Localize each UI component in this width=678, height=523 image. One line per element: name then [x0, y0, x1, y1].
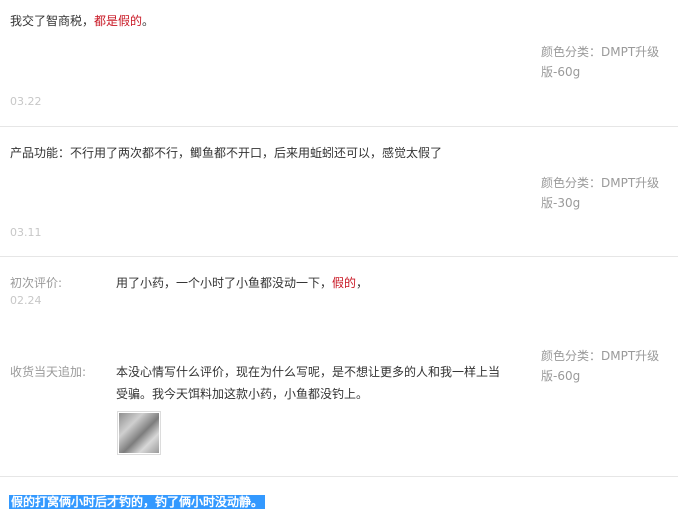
initial-review-text-normal: 用了小药，一个小时了小鱼都没动一下， — [116, 276, 333, 290]
selected-text[interactable]: 假的打窝俩小时后才钓的，钓了俩小时没动静。 — [9, 495, 266, 509]
review-1-variant: 颜色分类：DMPT升级 版-60g — [541, 42, 671, 82]
review-2-variant-line2: 版-30g — [541, 196, 581, 210]
followup-review-line2: 受骗。我今天饵料加这款小药，小鱼都没钓上。 — [116, 387, 369, 401]
divider — [0, 126, 678, 127]
review-1-text-highlight: 都是假的 — [94, 14, 143, 28]
review-1-text-normal: 我交了智商税， — [10, 14, 95, 28]
followup-review-text: 本没心情写什么评价，现在为什么写呢，是不想让更多的人和我一样上当 受骗。我今天饵… — [116, 361, 500, 405]
divider — [0, 256, 678, 257]
review-2-variant-line1: 颜色分类：DMPT升级 — [541, 176, 660, 190]
initial-review-label: 初次评价: — [10, 276, 63, 290]
review-photo-thumbnail[interactable] — [117, 411, 161, 455]
divider — [0, 476, 678, 477]
initial-review-date: 02.24 — [10, 294, 42, 307]
review-photo-image — [119, 413, 159, 453]
review-1-variant-line2: 版-60g — [541, 65, 581, 79]
review-3-variant-line2: 版-60g — [541, 369, 581, 383]
review-1-date: 03.22 — [10, 95, 42, 108]
review-1-text-end: 。 — [142, 14, 155, 28]
followup-review-label: 收货当天追加: — [10, 365, 87, 379]
initial-review-text-highlight: 假的 — [332, 276, 357, 290]
review-3-variant: 颜色分类：DMPT升级 版-60g — [541, 346, 671, 386]
followup-review-line1: 本没心情写什么评价，现在为什么写呢，是不想让更多的人和我一样上当 — [116, 365, 501, 379]
selected-text-line: 假的打窝俩小时后才钓的，钓了俩小时没动静。 — [9, 492, 266, 512]
review-1-text: 我交了智商税，都是假的。 — [10, 10, 154, 32]
review-2-variant: 颜色分类：DMPT升级 版-30g — [541, 173, 671, 213]
review-2-date: 03.11 — [10, 226, 42, 239]
review-3-variant-line1: 颜色分类：DMPT升级 — [541, 349, 660, 363]
review-1-variant-line1: 颜色分类：DMPT升级 — [541, 45, 660, 59]
review-2-text: 产品功能：不行用了两次都不行，鲫鱼都不开口，后来用蚯蚓还可以，感觉太假了 — [10, 146, 443, 160]
initial-review-text: 用了小药，一个小时了小鱼都没动一下，假的， — [116, 272, 368, 294]
initial-review-text-end: ， — [356, 276, 369, 290]
